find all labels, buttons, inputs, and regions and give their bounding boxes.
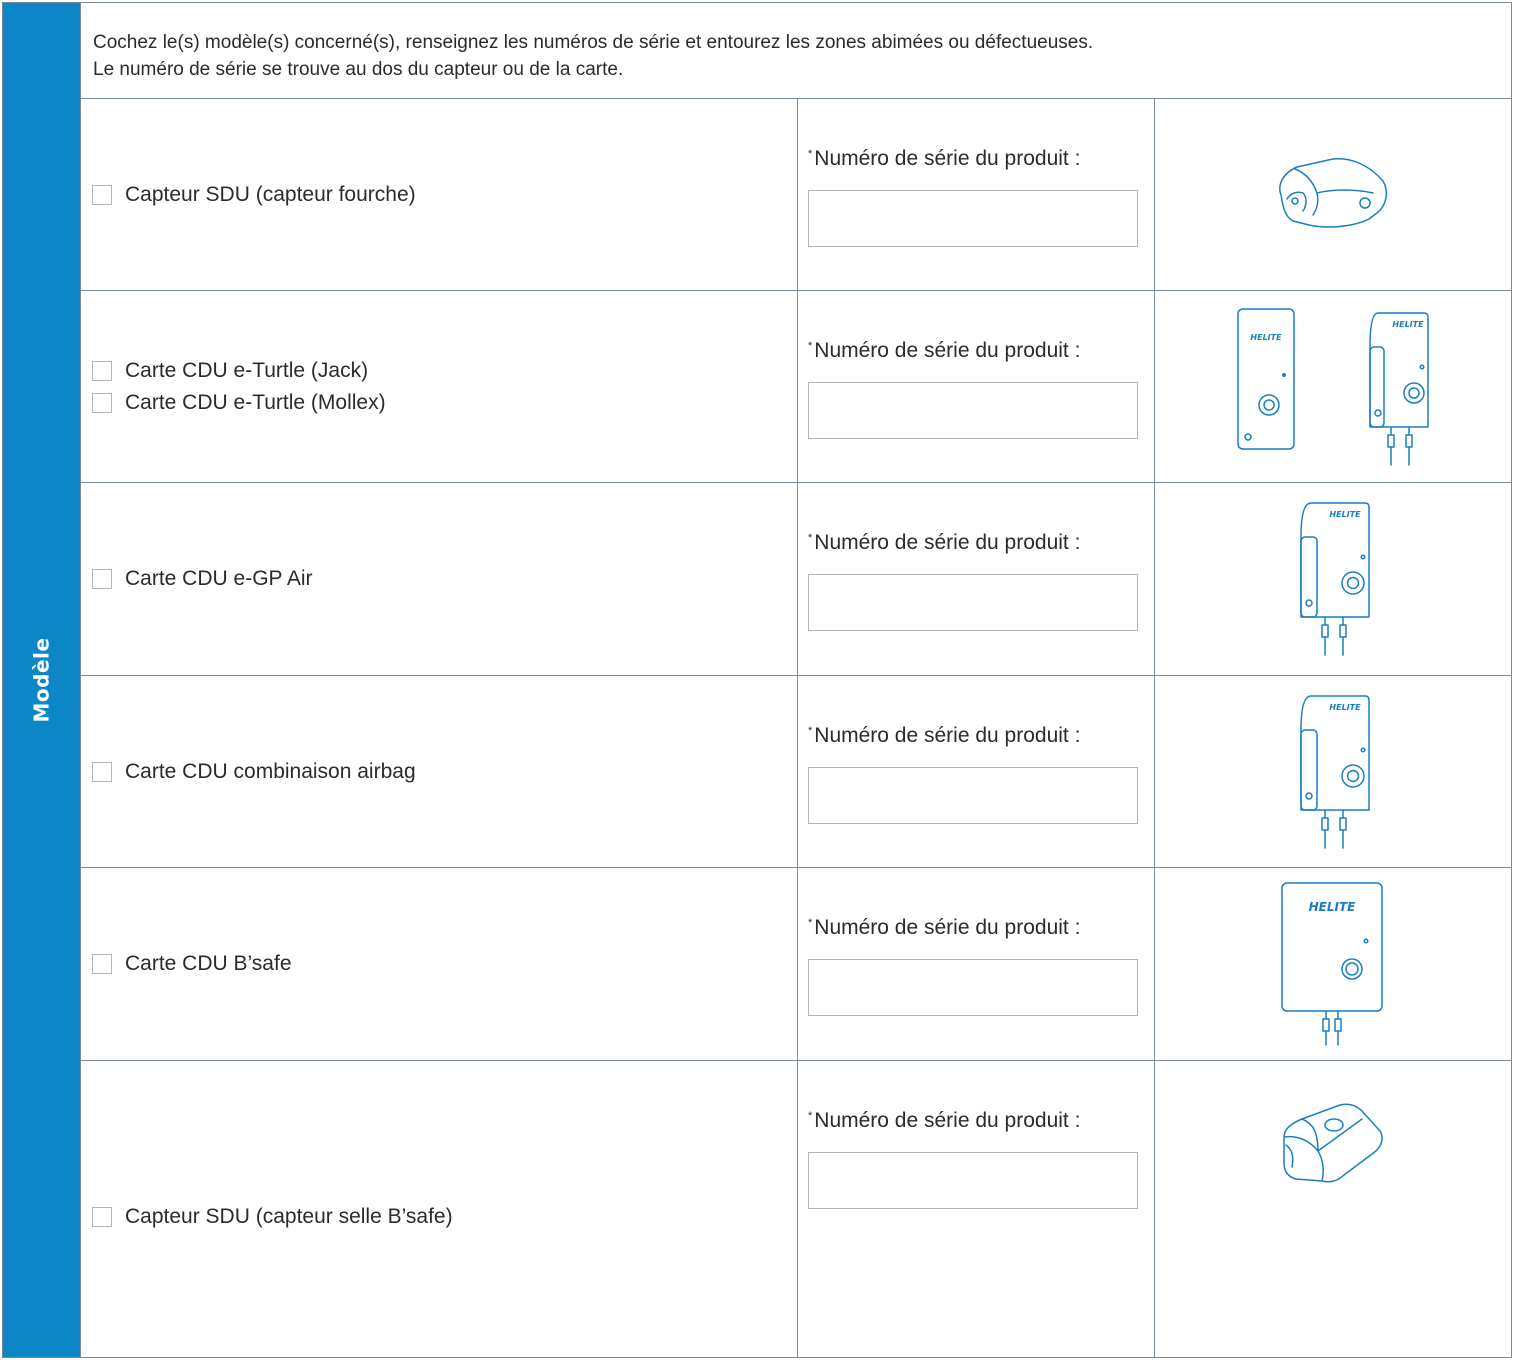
form-content: Cochez le(s) modèle(s) concerné(s), rens… <box>81 3 1511 1357</box>
cdu-card-icon: HELITE <box>1300 694 1370 849</box>
checkbox[interactable] <box>92 360 112 381</box>
option-label: Carte CDU e-Turtle (Mollex) <box>125 390 386 414</box>
option-label: Carte CDU B’safe <box>125 952 292 975</box>
model-section-tab: Modèle <box>3 3 81 1357</box>
serial-number-input[interactable] <box>808 1152 1138 1209</box>
serial-label: *Numéro de série du produit : <box>808 916 1081 939</box>
model-options: Carte CDU e-Turtle (Jack) Carte CDU e-Tu… <box>81 291 798 482</box>
brand-logo-text: HELITE <box>1329 510 1361 519</box>
instructions-line-1: Cochez le(s) modèle(s) concerné(s), rens… <box>93 32 1094 53</box>
serial-label: *Numéro de série du produit : <box>808 531 1081 554</box>
option-sdu-fork[interactable]: Capteur SDU (capteur fourche) <box>92 179 797 211</box>
serial-label: *Numéro de série du produit : <box>808 147 1081 170</box>
serial-label: *Numéro de série du produit : <box>808 724 1081 747</box>
serial-number-input[interactable] <box>808 382 1138 439</box>
cdu-card-pair-icon: HELITE HELITE <box>1237 307 1429 466</box>
serial-number-input[interactable] <box>808 190 1138 247</box>
product-image-cell <box>1155 99 1511 290</box>
serial-number-input[interactable] <box>808 767 1138 824</box>
fork-sensor-icon <box>1279 157 1388 228</box>
brand-logo-text: HELITE <box>1309 900 1357 914</box>
model-row-bsafe-saddle-sensor: Capteur SDU (capteur selle B’safe) *Numé… <box>81 1061 1511 1357</box>
checkbox[interactable] <box>92 1207 112 1227</box>
serial-label: *Numéro de série du produit : <box>808 339 1081 362</box>
model-row-eturtle: Carte CDU e-Turtle (Jack) Carte CDU e-Tu… <box>81 291 1511 483</box>
instructions-line-2: Le numéro de série se trouve au dos du c… <box>93 59 624 80</box>
model-row-airbag-suit: Carte CDU combinaison airbag *Numéro de … <box>81 676 1511 868</box>
model-options: Capteur SDU (capteur fourche) <box>81 99 798 290</box>
option-eturtle-jack[interactable]: Carte CDU e-Turtle (Jack) <box>92 355 797 387</box>
serial-cell: *Numéro de série du produit : <box>798 291 1155 482</box>
option-label: Capteur SDU (capteur selle B’safe) <box>125 1205 453 1228</box>
option-eturtle-mollex[interactable]: Carte CDU e-Turtle (Mollex) <box>92 387 797 419</box>
checkbox[interactable] <box>92 954 112 974</box>
model-row-sdu-fork: Capteur SDU (capteur fourche) *Numéro de… <box>81 99 1511 291</box>
product-image-cell: HELITE HELITE <box>1155 291 1511 482</box>
checkbox[interactable] <box>92 569 112 589</box>
product-image-cell: HELITE <box>1155 483 1511 675</box>
model-options: Carte CDU e-GP Air <box>81 483 798 675</box>
product-model-form: Modèle Cochez le(s) modèle(s) concerné(s… <box>2 2 1512 1358</box>
model-section-label: Modèle <box>29 637 54 723</box>
serial-label: *Numéro de série du produit : <box>808 1109 1081 1132</box>
option-airbag-suit[interactable]: Carte CDU combinaison airbag <box>92 756 797 788</box>
option-bsafe-card[interactable]: Carte CDU B’safe <box>92 948 797 980</box>
brand-logo-text: HELITE <box>1392 320 1424 329</box>
product-image-cell <box>1155 1061 1511 1357</box>
saddle-sensor-icon <box>1283 1103 1383 1183</box>
instructions: Cochez le(s) modèle(s) concerné(s), rens… <box>81 3 1511 99</box>
product-image-cell: HELITE <box>1155 676 1511 867</box>
bsafe-card-icon: HELITE <box>1281 882 1383 1046</box>
model-options: Capteur SDU (capteur selle B’safe) <box>81 1061 798 1357</box>
model-row-egp-air: Carte CDU e-GP Air *Numéro de série du p… <box>81 483 1511 676</box>
option-label: Carte CDU e-Turtle (Jack) <box>125 358 369 382</box>
serial-number-input[interactable] <box>808 959 1138 1016</box>
model-options: Carte CDU B’safe <box>81 868 798 1060</box>
product-image-cell: HELITE <box>1155 868 1511 1060</box>
option-bsafe-saddle-sensor[interactable]: Capteur SDU (capteur selle B’safe) <box>92 1201 797 1233</box>
serial-cell: *Numéro de série du produit : <box>798 868 1155 1060</box>
serial-cell: *Numéro de série du produit : <box>798 1061 1155 1357</box>
serial-cell: *Numéro de série du produit : <box>798 483 1155 675</box>
checkbox[interactable] <box>92 392 112 413</box>
model-row-bsafe-card: Carte CDU B’safe *Numéro de série du pro… <box>81 868 1511 1061</box>
brand-logo-text: HELITE <box>1329 703 1361 712</box>
brand-logo-text: HELITE <box>1250 333 1282 342</box>
serial-cell: *Numéro de série du produit : <box>798 676 1155 867</box>
serial-cell: *Numéro de série du produit : <box>798 99 1155 290</box>
cdu-card-icon: HELITE <box>1300 502 1370 656</box>
option-label: Capteur SDU (capteur fourche) <box>125 182 416 206</box>
option-label: Carte CDU e-GP Air <box>125 567 313 590</box>
checkbox[interactable] <box>92 184 112 205</box>
checkbox[interactable] <box>92 761 112 782</box>
option-egp-air[interactable]: Carte CDU e-GP Air <box>92 563 797 595</box>
model-options: Carte CDU combinaison airbag <box>81 676 798 867</box>
serial-number-input[interactable] <box>808 574 1138 631</box>
option-label: Carte CDU combinaison airbag <box>125 759 416 783</box>
